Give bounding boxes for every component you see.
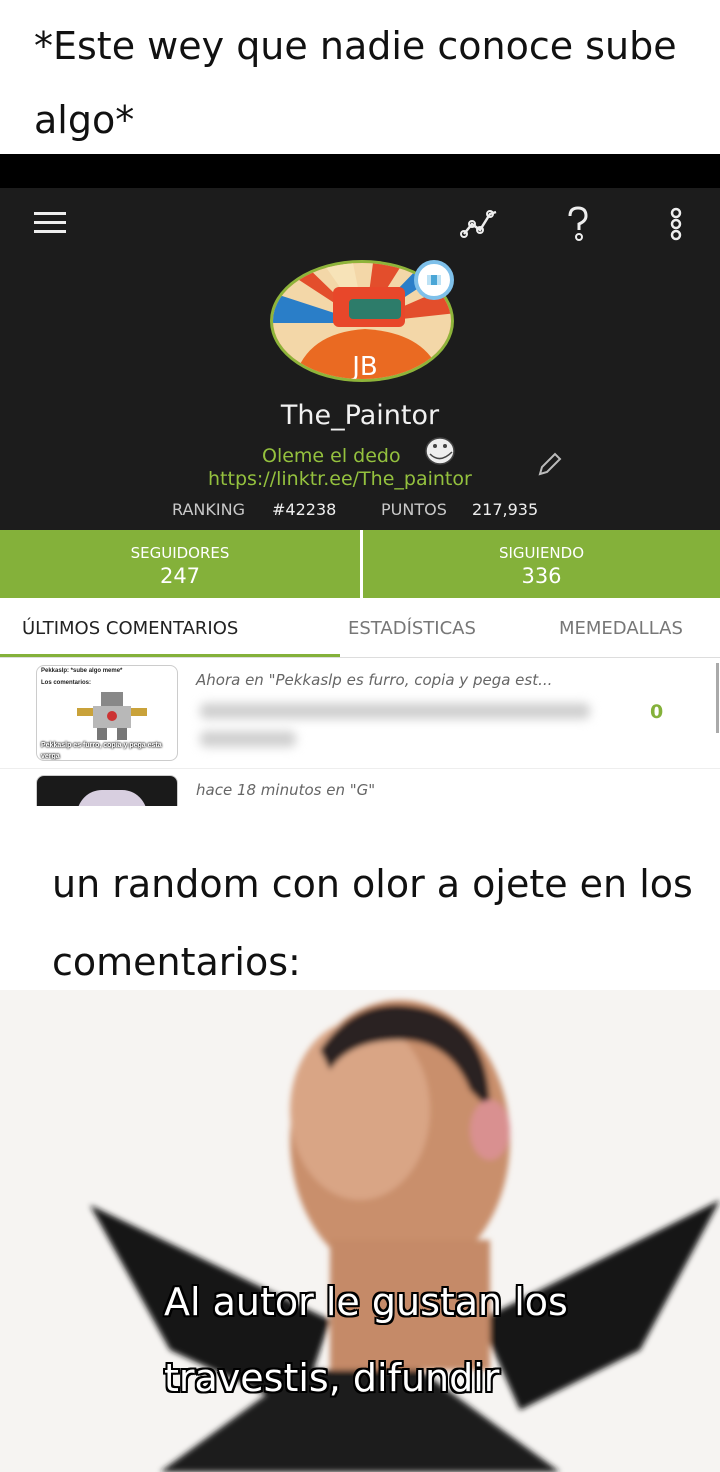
blurred-comment-line-2 (200, 731, 296, 747)
following-count: 336 (521, 564, 562, 588)
top-caption: *Este wey que nadie conoce sube algo* (0, 0, 720, 154)
middle-caption-line-2: comentarios: (52, 940, 301, 984)
middle-caption: un random con olor a ojete en los coment… (0, 806, 720, 990)
bio-line-1: Oleme el dedo (262, 445, 401, 467)
bio-link[interactable]: https://linktr.ee/The_paintor (208, 468, 472, 490)
thumbnail-subtitle: Los comentarios: (41, 680, 92, 686)
following-label: SIGUIENDO (498, 544, 585, 562)
help-icon[interactable] (558, 204, 598, 244)
following-button[interactable]: SIGUIENDO 336 (363, 530, 720, 598)
profile-tabs: ÚLTIMOS COMENTARIOS ESTADÍSTICAS MEMEDAL… (0, 598, 720, 658)
blurred-comment-line-1 (200, 703, 590, 719)
ranking-value: #42238 (272, 500, 337, 519)
top-caption-line-2: algo* (34, 98, 135, 142)
thumbnail-robot-image (77, 692, 147, 740)
ranking-label: RANKING (172, 500, 245, 519)
comment-text: Ahora en "Pekkaslp es furro, copia y peg… (196, 671, 553, 689)
points-value: 217,935 (472, 500, 539, 519)
comment-item[interactable]: hace 18 minutos en "G" (0, 769, 720, 806)
profile-header: JB The_Paintor Oleme el dedo https://lin… (0, 188, 720, 530)
thumbnail-title: Pekkaslp: *sube algo meme* (41, 668, 123, 674)
reaction-image: Al autor le gustan los travestis, difund… (0, 990, 720, 1472)
menu-icon[interactable] (34, 212, 66, 234)
followers-count: 247 (159, 564, 201, 588)
username: The_Paintor (280, 400, 440, 431)
comment-thumbnail[interactable]: Pekkaslp: *sube algo meme* Los comentari… (36, 665, 178, 761)
tab-latest-comments[interactable]: ÚLTIMOS COMENTARIOS (22, 618, 238, 639)
comment-text: hace 18 minutos en "G" (196, 781, 376, 799)
meme-subtitle-line-2: travestis, difundir (164, 1356, 500, 1400)
followers-label: SEGUIDORES (130, 544, 230, 562)
followers-button[interactable]: SEGUIDORES 247 (0, 530, 360, 598)
scrollbar[interactable] (716, 663, 719, 733)
thumbnail-caption: Pekkaslp es furro, copia y pega esta ver… (41, 742, 162, 760)
tab-statistics[interactable]: ESTADÍSTICAS (348, 618, 476, 639)
meme-subtitle-line-1: Al autor le gustan los (164, 1280, 568, 1324)
middle-caption-line-1: un random con olor a ojete en los (52, 862, 693, 906)
svg-text:JB: JB (350, 352, 378, 382)
more-vertical-icon[interactable] (656, 204, 696, 244)
top-caption-line-1: *Este wey que nadie conoce sube (34, 24, 677, 68)
points-label: PUNTOS (381, 500, 447, 519)
edit-pencil-icon[interactable] (536, 450, 564, 478)
status-bar (0, 154, 720, 188)
comment-vote-count: 0 (650, 701, 664, 723)
profile-screenshot: JB The_Paintor Oleme el dedo https://lin… (0, 154, 720, 806)
active-tab-indicator (0, 654, 340, 657)
trollface-icon (425, 437, 455, 465)
stats-chart-icon[interactable] (460, 204, 500, 244)
tab-medals[interactable]: MEMEDALLAS (559, 618, 683, 639)
flag-badge-icon (414, 260, 454, 300)
comment-thumbnail[interactable] (36, 775, 178, 806)
comment-item[interactable]: Pekkaslp: *sube algo meme* Los comentari… (0, 659, 720, 769)
